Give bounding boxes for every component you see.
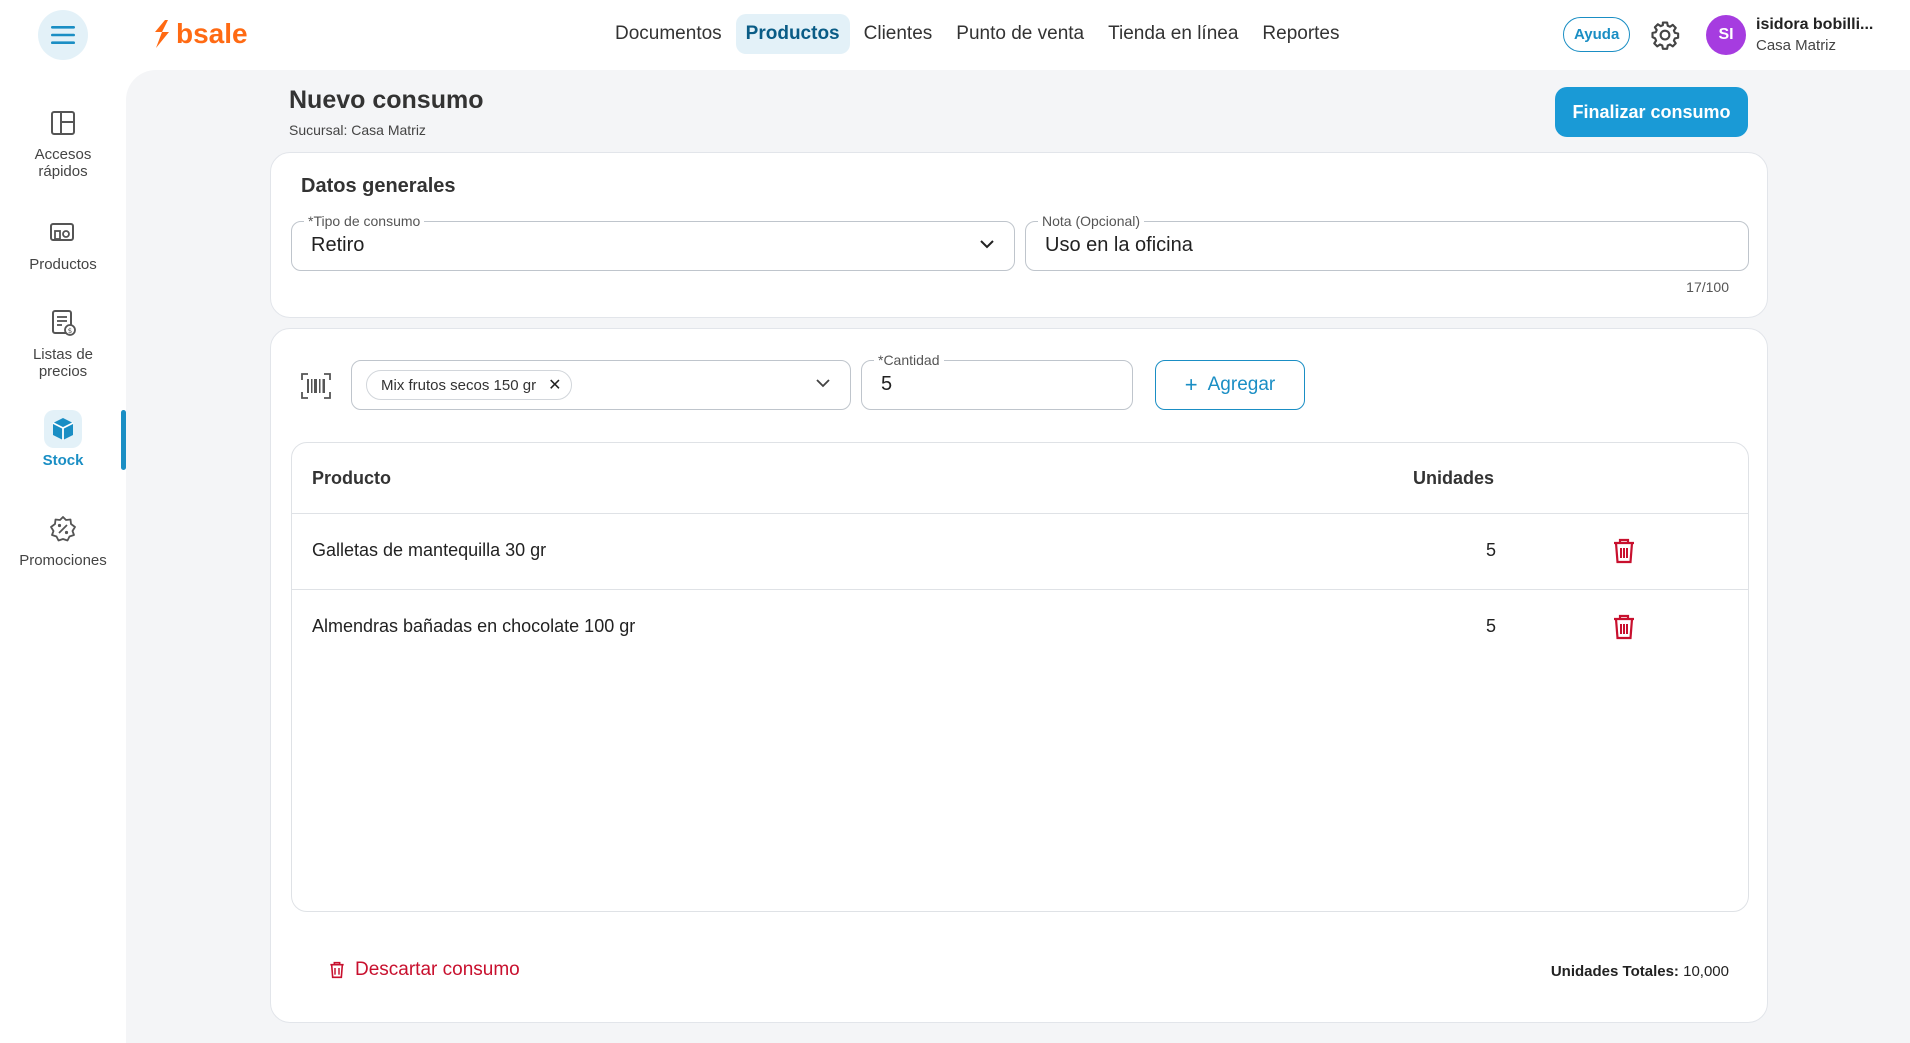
- consumption-type-label: *Tipo de consumo: [304, 213, 425, 229]
- page-title: Nuevo consumo: [289, 86, 484, 114]
- hamburger-icon: [51, 26, 75, 44]
- column-header-product: Producto: [312, 467, 391, 488]
- sidebar-item-accesos-rapidos[interactable]: Accesos rápidos: [0, 104, 126, 180]
- menu-button[interactable]: [38, 10, 88, 60]
- finish-consumption-button[interactable]: Finalizar consumo: [1555, 87, 1748, 137]
- svg-text:$: $: [68, 327, 72, 335]
- add-button-label: Agregar: [1207, 374, 1276, 395]
- chevron-down-icon[interactable]: [978, 235, 996, 253]
- quantity-label: *Cantidad: [874, 352, 944, 368]
- row-units: 5: [1485, 540, 1496, 560]
- sidebar-item-label: Listas de precios: [32, 346, 94, 380]
- sidebar-item-label: Productos: [29, 256, 97, 273]
- top-bar: bsale Documentos Productos Clientes Punt…: [0, 0, 1910, 70]
- note-value: Uso en la oficina: [1045, 234, 1193, 256]
- selected-product-chip: Mix frutos secos 150 gr ✕: [366, 370, 573, 400]
- page-subtitle: Sucursal: Casa Matriz: [289, 122, 426, 138]
- main-content: Nuevo consumo Sucursal: Casa Matriz Fina…: [126, 70, 1910, 1043]
- bolt-icon: [155, 20, 169, 48]
- nav-tienda-en-linea[interactable]: Tienda en línea: [1098, 14, 1248, 54]
- sidebar-item-listas-de-precios[interactable]: $ Listas de precios: [0, 304, 126, 380]
- nav-productos[interactable]: Productos: [735, 14, 850, 54]
- logo-text: bsale: [176, 18, 248, 49]
- add-button[interactable]: + Agregar: [1155, 360, 1305, 410]
- trash-icon[interactable]: [1612, 614, 1636, 640]
- total-units-value: 10,000: [1683, 963, 1729, 980]
- total-units: Unidades Totales: 10,000: [1551, 963, 1729, 980]
- plus-icon: +: [1184, 372, 1198, 397]
- note-char-counter: 17/100: [1686, 279, 1729, 295]
- selected-product-label: Mix frutos secos 150 gr: [381, 376, 537, 394]
- nav-reportes[interactable]: Reportes: [1252, 14, 1349, 54]
- user-name[interactable]: isidora bobilli...: [1756, 16, 1873, 34]
- note-field[interactable]: Nota (Opcional) Uso en la oficina: [1025, 213, 1749, 271]
- row-product-name: Galletas de mantequilla 30 gr: [312, 540, 547, 560]
- nav-clientes[interactable]: Clientes: [854, 14, 943, 54]
- row-units: 5: [1485, 616, 1496, 636]
- trash-icon[interactable]: [1612, 538, 1636, 564]
- bsale-logo[interactable]: bsale: [152, 18, 248, 50]
- promo-icon: [44, 510, 82, 548]
- quantity-value: 5: [881, 373, 893, 395]
- row-product-name: Almendras bañadas en chocolate 100 gr: [312, 616, 636, 636]
- nav-punto-de-venta[interactable]: Punto de venta: [946, 14, 1094, 54]
- barcode-icon[interactable]: [301, 373, 331, 399]
- sidebar-item-productos[interactable]: Productos: [0, 214, 126, 273]
- sidebar-item-label: Stock: [42, 452, 84, 469]
- nav-documentos[interactable]: Documentos: [605, 14, 732, 54]
- close-icon[interactable]: ✕: [548, 375, 561, 395]
- sidebar-item-stock[interactable]: Stock: [0, 410, 126, 469]
- general-data-card: Datos generales *Tipo de consumo Retiro …: [270, 152, 1768, 318]
- price-list-icon: $: [44, 304, 82, 342]
- consumption-type-value: Retiro: [311, 234, 365, 256]
- discard-consumption-button[interactable]: Descartar consumo: [329, 959, 520, 981]
- sidebar-item-promociones[interactable]: Promociones: [0, 510, 126, 569]
- trash-icon: [330, 961, 344, 979]
- consumption-type-select[interactable]: *Tipo de consumo Retiro: [291, 213, 1015, 271]
- products-card: Mix frutos secos 150 gr ✕ *Cantidad 5 + …: [270, 328, 1768, 1023]
- user-branch: Casa Matriz: [1756, 37, 1837, 54]
- avatar[interactable]: SI: [1706, 15, 1746, 55]
- box-icon: [44, 410, 82, 448]
- sidebar-item-label: Accesos rápidos: [34, 146, 92, 180]
- table-row: Galletas de mantequilla 30 gr 5: [292, 513, 1748, 589]
- general-data-title: Datos generales: [301, 175, 456, 197]
- help-button[interactable]: Ayuda: [1563, 17, 1631, 52]
- layout-icon: [44, 104, 82, 142]
- gear-icon[interactable]: [1650, 20, 1680, 50]
- sidebar-item-label: Promociones: [19, 552, 107, 569]
- note-label: Nota (Opcional): [1038, 213, 1145, 229]
- total-units-label: Unidades Totales:: [1550, 963, 1679, 980]
- table-row: Almendras bañadas en chocolate 100 gr 5: [292, 589, 1748, 665]
- products-icon: [44, 214, 82, 252]
- quantity-field[interactable]: *Cantidad 5: [861, 352, 1133, 410]
- chevron-down-icon[interactable]: [814, 374, 832, 392]
- product-select[interactable]: Mix frutos secos 150 gr ✕: [351, 360, 851, 410]
- column-header-units: Unidades: [1412, 467, 1494, 488]
- discard-label: Descartar consumo: [355, 959, 520, 980]
- main-nav: Documentos Productos Clientes Punto de v…: [605, 14, 1350, 54]
- products-table: Producto Unidades Galletas de mantequill…: [291, 442, 1749, 912]
